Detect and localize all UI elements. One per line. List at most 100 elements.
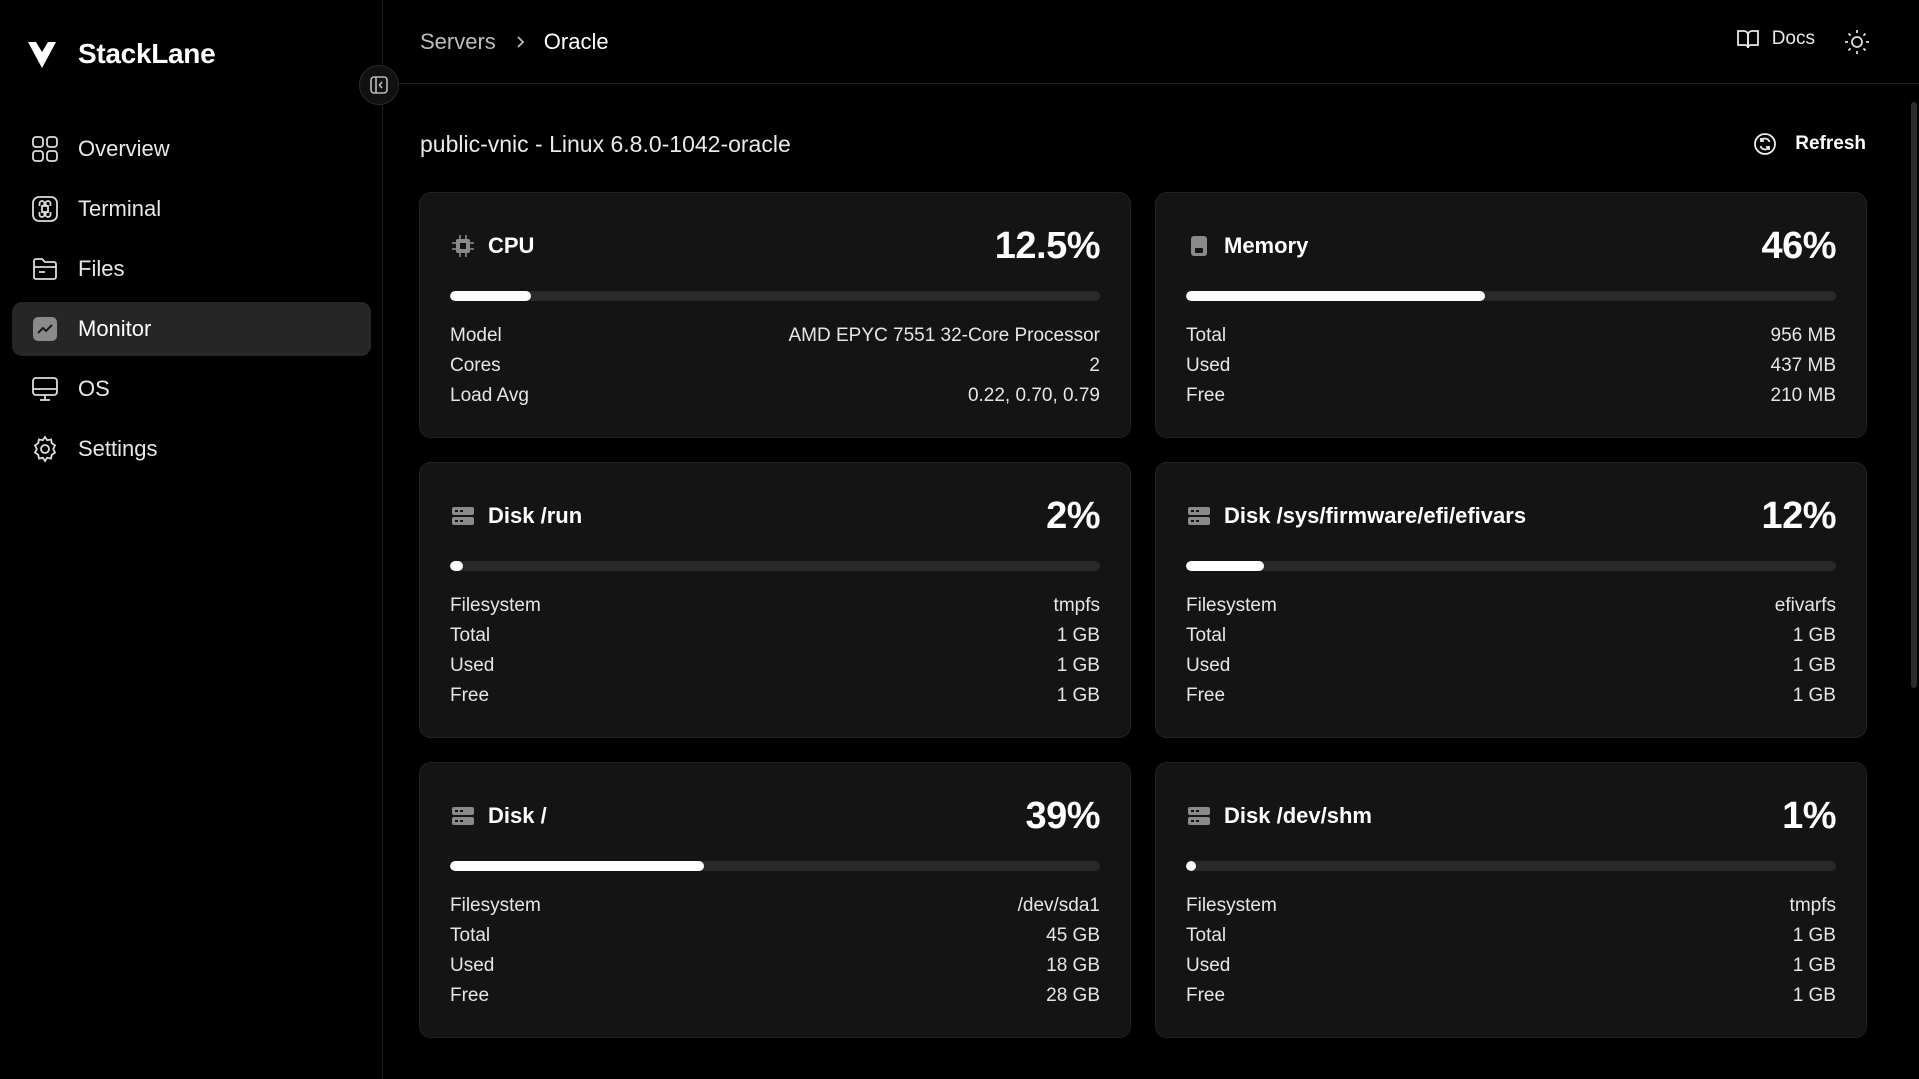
row-label: Total	[1186, 925, 1227, 946]
sidebar-item-os[interactable]: OS	[12, 362, 371, 416]
chevron-right-icon	[514, 35, 526, 49]
info-row: Load Avg 0.22, 0.70, 0.79	[450, 381, 1100, 411]
memory-icon	[1186, 233, 1212, 259]
brand[interactable]: StackLane	[26, 38, 216, 70]
row-value: 0.22, 0.70, 0.79	[967, 385, 1100, 406]
usage-percent: 46%	[1761, 224, 1836, 267]
sidebar-item-label: Settings	[78, 436, 158, 461]
info-row: Free 1 GB	[450, 681, 1100, 711]
scrollbar[interactable]	[1911, 102, 1917, 688]
info-row: Free 28 GB	[450, 981, 1100, 1011]
info-row: Model AMD EPYC 7551 32-Core Processor	[450, 321, 1100, 351]
breadcrumb-current: Oracle	[543, 28, 609, 54]
row-label: Load Avg	[450, 385, 529, 406]
row-value: tmpfs	[1789, 895, 1836, 916]
usage-bar	[1186, 291, 1836, 301]
usage-bar	[1186, 561, 1836, 571]
row-value: 1 GB	[1792, 685, 1836, 706]
row-value: 1 GB	[1056, 625, 1100, 646]
sidebar-item-terminal[interactable]: Terminal	[12, 182, 371, 236]
row-value: 956 MB	[1770, 325, 1836, 346]
card-title: Disk /dev/shm	[1224, 803, 1372, 828]
sun-icon	[1845, 30, 1869, 54]
row-label: Total	[450, 925, 491, 946]
info-row: Filesystem efivarfs	[1186, 591, 1836, 621]
row-value: 1 GB	[1792, 955, 1836, 976]
sidebar-item-overview[interactable]: Overview	[12, 122, 371, 176]
info-row: Cores 2	[450, 351, 1100, 381]
info-row: Total 1 GB	[450, 621, 1100, 651]
refresh-button[interactable]: Refresh	[1753, 132, 1866, 156]
sidebar-item-label: Files	[78, 256, 125, 281]
brand-name: StackLane	[78, 38, 216, 69]
info-row: Free 1 GB	[1186, 681, 1836, 711]
card-title: Disk /run	[488, 503, 583, 528]
row-value: 437 MB	[1770, 355, 1836, 376]
row-label: Cores	[450, 355, 501, 376]
row-label: Used	[450, 655, 495, 676]
row-value: 1 GB	[1792, 925, 1836, 946]
sidebar: StackLane Overview Terminal Files Monito…	[0, 0, 399, 1079]
usage-percent: 12%	[1761, 494, 1836, 537]
row-label: Used	[1186, 655, 1231, 676]
cpu-card: CPU 12.5% Model AMD EPYC 7551 32-Core Pro…	[419, 192, 1131, 438]
info-row: Total 45 GB	[450, 921, 1100, 951]
row-label: Free	[1186, 685, 1226, 706]
info-row: Filesystem/dev/sda1	[450, 891, 1100, 921]
info-row: Free 210 MB	[1186, 381, 1836, 411]
usage-bar	[450, 561, 1100, 571]
usage-bar-fill	[450, 561, 463, 571]
row-label: Total	[1186, 325, 1227, 346]
row-value: /dev/sda1	[1017, 895, 1100, 916]
disk-icon	[1186, 803, 1212, 829]
info-row: Used 1 GB	[1186, 951, 1836, 981]
docs-link[interactable]: Docs	[1736, 28, 1815, 50]
breadcrumb-servers[interactable]: Servers	[420, 29, 496, 55]
usage-percent: 12.5%	[994, 224, 1101, 267]
usage-bar-fill	[450, 861, 704, 871]
gear-icon	[30, 434, 60, 464]
row-label: Used	[1186, 355, 1231, 376]
row-value: 210 MB	[1770, 385, 1836, 406]
row-value: 1 GB	[1792, 655, 1836, 676]
info-row: Free 1 GB	[1186, 981, 1836, 1011]
sidebar-item-files[interactable]: Files	[12, 242, 371, 296]
row-label: Used	[450, 955, 495, 976]
logo-icon	[28, 42, 56, 68]
usage-bar	[450, 861, 1100, 871]
memory-card: Memory 46% Total 956 MB Used 437 MB Free 21…	[1155, 192, 1867, 438]
row-label: Free	[1186, 985, 1226, 1006]
usage-bar-fill	[1186, 291, 1485, 301]
docs-label: Docs	[1771, 28, 1815, 49]
info-row: Used 1 GB	[1186, 651, 1836, 681]
subheader: public-vnic - Linux 6.8.0-1042-oracle Re…	[420, 128, 1882, 160]
command-icon	[30, 194, 60, 224]
disk-card: Disk /run 2% Filesystem tmpfs Total 1 GB U…	[419, 462, 1131, 738]
row-value: 1 GB	[1792, 985, 1836, 1006]
sidebar-collapse-button[interactable]	[359, 65, 399, 105]
row-value: AMD EPYC 7551 32-Core Processor	[788, 325, 1100, 346]
usage-percent: 1%	[1782, 794, 1836, 837]
sidebar-item-monitor[interactable]: Monitor	[12, 302, 371, 356]
usage-bar-fill	[450, 291, 532, 301]
monitor-icon	[30, 374, 60, 404]
usage-bar	[1186, 861, 1836, 871]
card-title: Memory	[1224, 233, 1309, 258]
row-value: 45 GB	[1046, 925, 1100, 946]
cpu-icon	[450, 233, 476, 259]
row-value: tmpfs	[1053, 595, 1100, 616]
theme-toggle-button[interactable]	[1843, 28, 1871, 56]
book-icon	[1736, 30, 1759, 49]
info-row: Filesystem tmpfs	[1186, 891, 1836, 921]
row-value: 28 GB	[1046, 985, 1100, 1006]
usage-bar-fill	[1186, 561, 1264, 571]
topbar: Servers Oracle Docs	[383, 0, 1919, 84]
card-title: Disk /	[488, 803, 547, 828]
usage-bar-fill	[1186, 861, 1196, 871]
row-label: Filesystem	[450, 895, 541, 916]
row-value: 1 GB	[1792, 625, 1836, 646]
row-label: Used	[1186, 955, 1231, 976]
sidebar-item-settings[interactable]: Settings	[12, 422, 371, 476]
row-value: 2	[1089, 355, 1100, 376]
sidebar-nav: Overview Terminal Files Monitor OS Setti…	[12, 122, 371, 482]
